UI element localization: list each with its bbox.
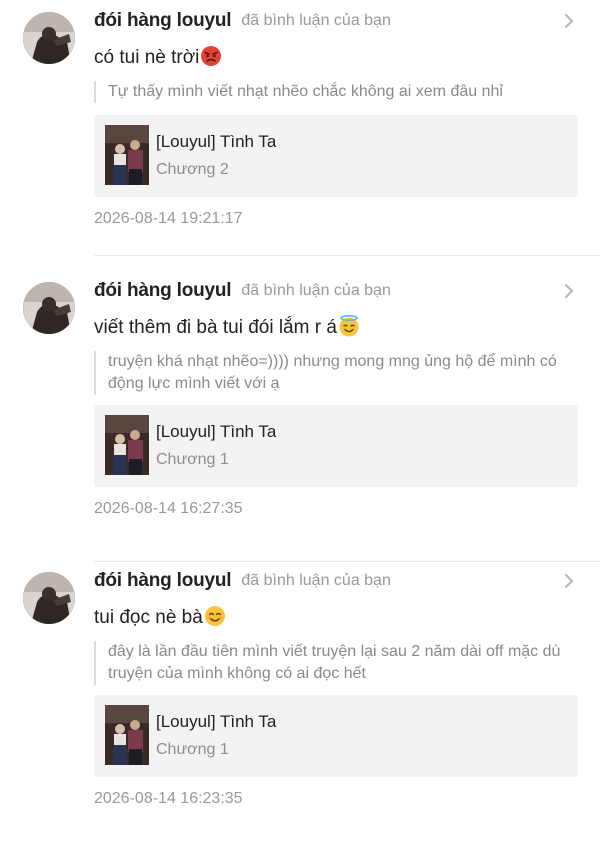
chapter-label: Chương 1: [156, 741, 229, 758]
comment-text: có tui nè trời: [94, 45, 578, 71]
chevron-right-icon[interactable]: [560, 11, 578, 31]
story-title: [Louyul] Tình Ta: [156, 422, 277, 441]
action-text: đã bình luận của bạn: [241, 572, 391, 589]
story-cover-image: [105, 705, 149, 765]
username[interactable]: đói hàng louyul: [94, 10, 232, 32]
comment-text: tui đọc nè bà: [94, 605, 578, 631]
comment-text: viết thêm đi bà tui đói lắm r á: [94, 315, 578, 341]
timestamp: 2026-08-14 16:27:35: [94, 500, 243, 517]
comment-body: tui đọc nè bà: [94, 607, 203, 628]
smiling-face-emoji-icon: [204, 606, 225, 626]
notification-item[interactable]: đói hàng louyul đã bình luận của bạn tui…: [0, 560, 600, 850]
username[interactable]: đói hàng louyul: [94, 570, 232, 592]
avatar[interactable]: [23, 572, 75, 624]
action-text: đã bình luận của bạn: [241, 282, 391, 299]
halo-smiling-face-emoji-icon: [339, 315, 359, 337]
story-cover-image: [105, 125, 149, 185]
angry-face-emoji-icon: [201, 46, 222, 66]
divider: [94, 255, 600, 256]
comment-body: viết thêm đi bà tui đói lắm r á: [94, 317, 337, 338]
story-cover: [105, 125, 149, 185]
quoted-comment: Tự thấy mình viết nhạt nhẽo chắc không a…: [94, 81, 578, 103]
story-title: [Louyul] Tình Ta: [156, 132, 277, 151]
story-card[interactable]: [Louyul] Tình Ta Chương 2: [94, 115, 578, 197]
avatar[interactable]: [23, 282, 75, 334]
story-cover-image: [105, 415, 149, 475]
quoted-comment: truyện khá nhạt nhẽo=)))) nhưng mong mng…: [94, 351, 578, 395]
story-card[interactable]: [Louyul] Tình Ta Chương 1: [94, 695, 578, 777]
quoted-comment: đây là lần đầu tiên mình viết truyện lại…: [94, 641, 578, 685]
story-card[interactable]: [Louyul] Tình Ta Chương 1: [94, 405, 578, 487]
story-cover: [105, 415, 149, 475]
notification-feed: đói hàng louyul đã bình luận của bạn có …: [0, 0, 600, 850]
avatar-image: [23, 572, 75, 624]
username[interactable]: đói hàng louyul: [94, 280, 232, 302]
chevron-right-icon[interactable]: [560, 281, 578, 301]
action-text: đã bình luận của bạn: [241, 12, 391, 29]
chapter-label: Chương 2: [156, 161, 229, 178]
avatar-image: [23, 12, 75, 64]
comment-body: có tui nè trời: [94, 47, 200, 68]
story-cover: [105, 705, 149, 765]
chevron-right-icon[interactable]: [560, 571, 578, 591]
notification-item[interactable]: đói hàng louyul đã bình luận của bạn viế…: [0, 270, 600, 562]
timestamp: 2026-08-14 16:23:35: [94, 790, 243, 807]
notification-item[interactable]: đói hàng louyul đã bình luận của bạn có …: [0, 0, 600, 290]
timestamp: 2026-08-14 19:21:17: [94, 210, 243, 227]
avatar[interactable]: [23, 12, 75, 64]
avatar-image: [23, 282, 75, 334]
chapter-label: Chương 1: [156, 451, 229, 468]
story-title: [Louyul] Tình Ta: [156, 712, 277, 731]
